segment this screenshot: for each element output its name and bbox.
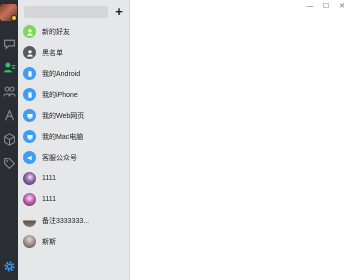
blacklist-icon (23, 46, 36, 59)
contact-row-user[interactable]: 斯斯 (18, 231, 130, 252)
contact-label: 我的Mac电脑 (42, 133, 84, 141)
minimize-button[interactable]: — (302, 0, 318, 12)
contact-label: 我的iPhone (42, 91, 78, 99)
tag-icon (3, 157, 15, 169)
contact-label: 新的好友 (42, 28, 70, 36)
contact-row-service[interactable]: 客服公众号 (18, 147, 130, 168)
groups-icon (2, 86, 16, 97)
contact-label: 1111 (42, 175, 57, 182)
contact-label: 备注3333333... (42, 217, 90, 225)
contact-row-mac[interactable]: 我的Mac电脑 (18, 126, 130, 147)
groups-nav-item[interactable] (0, 81, 18, 101)
contacts-icon (3, 62, 15, 72)
tag-nav-item[interactable] (0, 153, 18, 173)
contact-label: 我的Android (42, 70, 81, 78)
nav-rail (0, 0, 18, 280)
contact-row-user[interactable]: 1111 (18, 189, 130, 210)
contact-label: 客服公众号 (42, 154, 77, 162)
maximize-button[interactable]: ☐ (318, 0, 334, 12)
contact-row-iphone[interactable]: 我的iPhone (18, 84, 130, 105)
settings-nav-item[interactable] (0, 256, 18, 276)
add-button[interactable]: + (112, 4, 126, 19)
chat-nav-item[interactable] (0, 33, 18, 53)
web-device-icon (23, 109, 36, 122)
contact-row-android[interactable]: 我的Android (18, 63, 130, 84)
contact-row-user[interactable]: 1111 (18, 168, 130, 189)
contact-label: 1111 (42, 196, 57, 203)
app-window: + 新的好友 黑名单 我的Android 我的iPhone 我的Web网页 我的… (0, 0, 350, 280)
explore-nav-item[interactable] (0, 105, 18, 125)
service-account-icon (23, 151, 36, 164)
search-input[interactable] (24, 6, 108, 18)
box-icon (3, 132, 15, 146)
iphone-device-icon (23, 88, 36, 101)
chat-icon (3, 39, 15, 50)
add-friend-icon (23, 25, 36, 38)
android-device-icon (23, 67, 36, 80)
user-avatar (23, 235, 36, 248)
main-content: — ☐ ✕ (131, 0, 350, 280)
close-button[interactable]: ✕ (334, 0, 350, 12)
contact-row-new-friends[interactable]: 新的好友 (18, 21, 130, 42)
contact-label: 我的Web网页 (42, 112, 85, 120)
contact-label: 黑名单 (42, 49, 63, 57)
contact-row-web[interactable]: 我的Web网页 (18, 105, 130, 126)
mac-device-icon (23, 130, 36, 143)
user-avatar (23, 214, 36, 227)
contact-panel: + 新的好友 黑名单 我的Android 我的iPhone 我的Web网页 我的… (18, 0, 147, 280)
contact-label: 斯斯 (42, 238, 56, 246)
contact-row-user[interactable]: 备注3333333... (18, 210, 130, 231)
user-avatar[interactable] (0, 4, 17, 21)
contacts-nav-item[interactable] (0, 57, 18, 77)
status-badge (11, 15, 17, 21)
contact-row-blacklist[interactable]: 黑名单 (18, 42, 130, 63)
explore-icon (4, 108, 14, 121)
user-avatar (23, 172, 36, 185)
gear-icon (3, 260, 15, 272)
box-nav-item[interactable] (0, 129, 18, 149)
user-avatar (23, 193, 36, 206)
window-controls: — ☐ ✕ (302, 0, 350, 12)
contact-list: 新的好友 黑名单 我的Android 我的iPhone 我的Web网页 我的Ma… (18, 21, 130, 252)
